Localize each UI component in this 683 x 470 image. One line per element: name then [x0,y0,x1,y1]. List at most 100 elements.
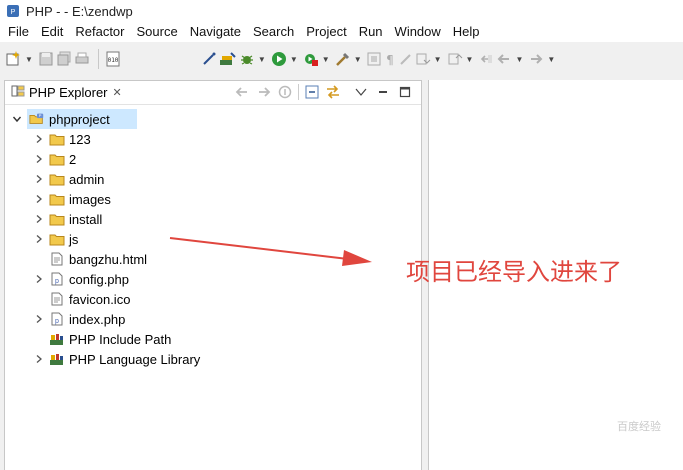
watermark: 百度经验 [617,421,661,433]
next-annotation-dropdown-icon[interactable]: ▼ [434,55,442,64]
view-menu-icon[interactable] [355,87,367,97]
php-project-folder-icon: P [29,112,45,126]
show-whitespace-icon[interactable]: ¶ [383,48,397,70]
svg-text:p: p [55,278,59,285]
tree-root-row[interactable]: P phpproject [5,109,421,129]
forward-icon[interactable] [528,48,544,70]
forward-nav-icon[interactable] [256,85,272,99]
chevron-right-icon[interactable] [33,353,45,365]
tree-item[interactable]: admin [5,169,421,189]
tree-item[interactable]: 123 [5,129,421,149]
back-nav-icon[interactable] [234,85,250,99]
save-icon[interactable] [38,48,54,70]
menu-project[interactable]: Project [300,22,352,42]
tree-item[interactable]: install [5,209,421,229]
back-dropdown-icon[interactable]: ▼ [515,55,523,64]
tree-item[interactable]: p index.php [5,309,421,329]
menu-navigate[interactable]: Navigate [184,22,247,42]
next-annotation-icon[interactable] [415,48,431,70]
tree-item[interactable]: p config.php [5,269,421,289]
build-icon[interactable] [335,48,351,70]
run-dropdown-icon[interactable]: ▼ [290,55,298,64]
previous-annotation-icon[interactable] [447,48,463,70]
svg-text:010: 010 [108,57,119,64]
chevron-right-icon[interactable] [33,233,45,245]
tree-item[interactable]: PHP Include Path [5,329,421,349]
library-icon [49,352,65,366]
tree-item-label: bangzhu.html [69,251,148,267]
menu-refactor[interactable]: Refactor [69,22,130,42]
main-toolbar: ▼ 010 ▼ ▼ ▼ ▼ ¶ ▼ ▼ ▼ ▼ [0,44,683,74]
menu-search[interactable]: Search [247,22,300,42]
chevron-right-icon[interactable] [33,133,45,145]
print-icon[interactable] [74,48,90,70]
chevron-right-icon[interactable] [33,173,45,185]
tree-item-label: admin [69,171,105,187]
svg-text:P: P [39,113,42,118]
view-toolbar-separator [298,84,299,100]
tree-item-label: js [69,231,79,247]
tab-php-explorer[interactable]: PHP Explorer ✕ [5,81,122,105]
external-tools-dropdown-icon[interactable]: ▼ [322,55,330,64]
debug-dropdown-icon[interactable]: ▼ [258,55,266,64]
build-dropdown-icon[interactable]: ▼ [354,55,362,64]
annotation-arrow-icon [169,237,372,266]
toggle-icon-1[interactable] [367,48,381,70]
menu-edit[interactable]: Edit [35,22,69,42]
previous-annotation-dropdown-icon[interactable]: ▼ [466,55,474,64]
php-explorer-tabbar: PHP Explorer ✕ [5,81,421,105]
highlight-icon[interactable] [399,48,413,70]
external-tools-icon[interactable] [303,48,319,70]
tree-item-label: favicon.ico [69,291,131,307]
tree-item-label: PHP Include Path [69,331,172,347]
close-icon[interactable]: ✕ [113,86,122,99]
menu-run[interactable]: Run [353,22,389,42]
tab-label: PHP Explorer [29,85,108,100]
svg-text:P: P [11,9,16,16]
save-all-icon[interactable] [56,48,72,70]
up-nav-icon[interactable] [278,85,292,99]
tree-item-label: install [69,211,103,227]
pen-tool-icon[interactable] [201,48,217,70]
chevron-right-icon[interactable] [33,193,45,205]
last-edit-icon[interactable] [478,48,494,70]
tree-item[interactable]: images [5,189,421,209]
library-tool-icon[interactable] [219,48,237,70]
tree-item-label: 2 [69,151,77,167]
new-dropdown-icon[interactable]: ▼ [25,55,33,64]
chevron-right-icon[interactable] [33,153,45,165]
menu-window[interactable]: Window [389,22,447,42]
back-icon[interactable] [496,48,512,70]
chevron-down-icon[interactable] [11,113,23,125]
forward-dropdown-icon[interactable]: ▼ [547,55,555,64]
tree-item-label: index.php [69,311,126,327]
tree-item[interactable]: favicon.ico [5,289,421,309]
chevron-right-icon[interactable] [33,273,45,285]
tree-item[interactable]: 2 [5,149,421,169]
binary-icon[interactable]: 010 [105,48,121,70]
php-explorer-view: PHP Explorer ✕ P phpproject 123 2 admin … [4,80,422,470]
toolbar-separator [97,49,99,69]
tree-root-selection[interactable]: P phpproject [27,109,137,129]
tree-root-label: phpproject [49,111,110,127]
tree-item-label: PHP Language Library [69,351,201,367]
window-title: PHP - - E:\zendwp [26,3,133,19]
menu-help[interactable]: Help [447,22,486,42]
svg-text:p: p [55,318,59,325]
chevron-right-icon[interactable] [33,213,45,225]
maximize-icon[interactable] [399,86,411,98]
run-icon[interactable] [271,48,287,70]
collapse-all-icon[interactable] [305,85,319,99]
chevron-right-icon[interactable] [33,313,45,325]
php-file-icon: p [49,312,65,326]
folder-icon [49,192,65,206]
menu-source[interactable]: Source [131,22,184,42]
tree-item[interactable]: PHP Language Library [5,349,421,369]
folder-icon [49,172,65,186]
php-explorer-icon [11,84,25,101]
link-with-editor-icon[interactable] [325,85,341,99]
minimize-icon[interactable] [377,87,389,97]
debug-icon[interactable] [239,48,255,70]
menu-file[interactable]: File [2,22,35,42]
new-icon[interactable] [4,48,22,70]
